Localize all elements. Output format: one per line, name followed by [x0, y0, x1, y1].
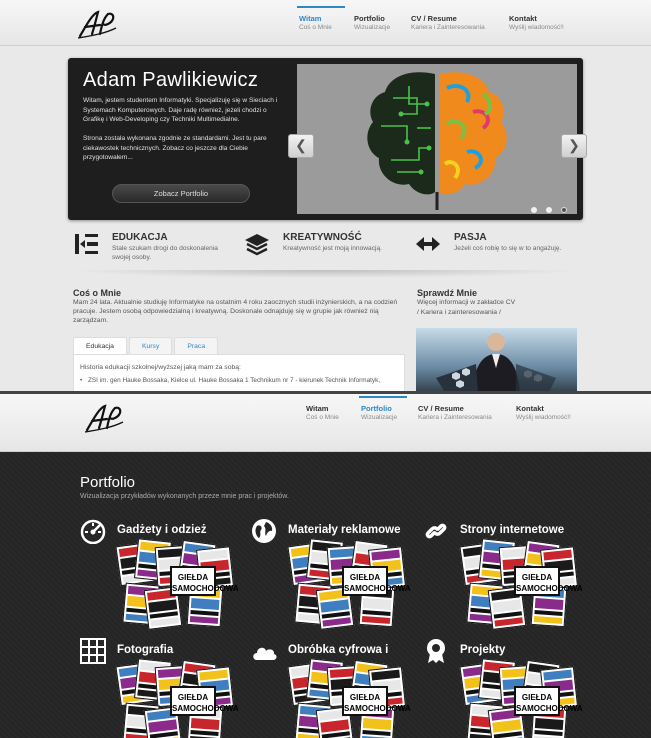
- nav-witam-sub: Coś o Mnie: [299, 24, 332, 31]
- portfolio-thumbnail[interactable]: GIEŁDA SAMOCHODOWA: [459, 538, 583, 630]
- portfolio-subtitle: Wizualizacja przykładów wykonanych przez…: [80, 493, 289, 500]
- layers-icon: [245, 234, 269, 256]
- flyer-headline: GIEŁDA SAMOCHODOWA: [170, 566, 239, 596]
- nav-cv[interactable]: CV / Resume Kariera i Zainteresowania: [418, 404, 492, 422]
- nav-kontakt[interactable]: Kontakt Wyślij wiadomość!!: [509, 14, 564, 32]
- category-name: Strony internetowe: [460, 524, 565, 536]
- flyer-headline: GIEŁDA SAMOCHODOWA: [514, 566, 583, 596]
- nav-cv-title: CV / Resume: [418, 404, 464, 413]
- nav-portfolio-sub: Wizualizacje: [361, 414, 398, 421]
- tab-panel-intro: Historia edukacji szkolnej/wyższej jaką …: [80, 364, 241, 371]
- portfolio-thumbnail[interactable]: GIEŁDA SAMOCHODOWA: [287, 538, 411, 630]
- category-name: Projekty: [460, 644, 506, 656]
- nav-kontakt-sub: Wyślij wiadomość!!: [509, 24, 564, 31]
- businessman-image: [416, 328, 577, 394]
- flyer-headline: GIEŁDA SAMOCHODOWA: [342, 686, 411, 716]
- hero-paragraph-2: Strona została wykonana zgodnie ze stand…: [83, 135, 267, 161]
- about-title: Coś o Mnie: [73, 288, 122, 298]
- hero-text: Witam, jestem studentem Informatyki. Spe…: [83, 96, 283, 172]
- feature-creativity-title: KREATYWNOŚĆ: [283, 232, 362, 243]
- slider-dot-3[interactable]: [561, 207, 567, 213]
- tab-kursy[interactable]: Kursy: [128, 337, 173, 354]
- about-tabs: Edukacja Kursy Praca: [73, 337, 220, 354]
- list-item: ZSI im. gen Hauke Bossaka, Kielce ul. Ha…: [80, 377, 380, 384]
- hero-slider: Adam Pawlikiewicz Witam, jestem studente…: [68, 58, 583, 220]
- page: Witam Coś o Mnie Portfolio Wizualizacje …: [0, 0, 651, 738]
- nav-cv-title: CV / Resume: [411, 14, 457, 23]
- category-name: Materiały reklamowe: [288, 524, 401, 536]
- tab-edukacja[interactable]: Edukacja: [73, 337, 127, 354]
- nav-portfolio-title: Portfolio: [354, 14, 385, 23]
- nav-portfolio-sub: Wizualizacje: [354, 24, 391, 31]
- award-icon: [427, 639, 445, 663]
- feature-education-desc: Stale szukam drogi do doskonalenia swoje…: [112, 245, 218, 261]
- check-line-2: / Kariera i zainteresowania /: [417, 308, 501, 316]
- feature-passion-desc: Jeżeli coś robię to się w to angażuję.: [454, 245, 562, 252]
- nav-cv-sub: Kariera i Zainteresowania: [411, 24, 485, 31]
- check-line-1: Więcej informacji w zakładce CV: [417, 299, 516, 306]
- speedometer-icon: [80, 519, 106, 544]
- flyer-headline: GIEŁDA SAMOCHODOWA: [342, 566, 411, 596]
- logo[interactable]: [83, 402, 127, 434]
- site-header: Witam Coś o Mnie Portfolio Wizualizacje …: [0, 0, 651, 46]
- slider-dot-1[interactable]: [531, 207, 537, 213]
- flyer-headline: GIEŁDA SAMOCHODOWA: [514, 686, 583, 716]
- slider-dot-2[interactable]: [546, 207, 552, 213]
- nav-cv[interactable]: CV / Resume Kariera i Zainteresowania: [411, 14, 485, 32]
- nav-witam[interactable]: Witam Coś o Mnie: [306, 404, 339, 422]
- grid-icon: [80, 638, 106, 664]
- check-title: Sprawdź Mnie: [417, 288, 478, 298]
- slider-prev-button[interactable]: ❮: [288, 134, 314, 158]
- nav-portfolio-title: Portfolio: [361, 404, 392, 413]
- nav-cv-sub: Kariera i Zainteresowania: [418, 414, 492, 421]
- portfolio-title: Portfolio: [80, 474, 136, 491]
- logo[interactable]: [76, 8, 120, 40]
- nav-kontakt-title: Kontakt: [509, 14, 537, 23]
- nav-witam-title: Witam: [306, 404, 329, 413]
- link-icon: [425, 523, 447, 539]
- view-portfolio-button[interactable]: Zobacz Portfolio: [112, 184, 250, 203]
- slider-dots: [531, 207, 567, 213]
- portfolio-thumbnail[interactable]: GIEŁDA SAMOCHODOWA: [287, 658, 411, 738]
- flyer-headline: GIEŁDA SAMOCHODOWA: [170, 686, 239, 716]
- horizontal-arrows-icon: [416, 237, 440, 251]
- slider-next-button[interactable]: ❯: [561, 134, 587, 158]
- category-name: Gadżety i odzież: [117, 524, 207, 536]
- hero-paragraph-1: Witam, jestem studentem Informatyki. Spe…: [83, 97, 278, 123]
- category-name: Fotografia: [117, 644, 174, 656]
- hero-title: Adam Pawlikiewicz: [83, 69, 259, 91]
- about-text: Mam 24 lata. Aktualnie studiuję Informat…: [73, 299, 398, 325]
- check-text: Więcej informacji w zakładce CV / Karier…: [417, 298, 515, 317]
- site-header-2: Witam Coś o Mnie Portfolio Wizualizacje …: [0, 394, 651, 452]
- nav-portfolio[interactable]: Portfolio Wizualizacje: [358, 396, 408, 422]
- divider-shadow: [68, 270, 583, 278]
- tab-panel-edukacja: Historia edukacji szkolnej/wyższej jaką …: [73, 354, 405, 394]
- nav-kontakt-sub: Wyślij wiadomość!!: [516, 414, 571, 421]
- cloud-icon: [253, 647, 277, 660]
- globe-icon: [252, 519, 276, 543]
- indent-arrow-icon: [75, 234, 98, 254]
- portfolio-thumbnail[interactable]: GIEŁDA SAMOCHODOWA: [459, 658, 583, 738]
- brain-image: [297, 64, 577, 214]
- portfolio-section: Portfolio Wizualizacja przykładów wykona…: [0, 452, 651, 738]
- nav-witam-title: Witam: [299, 14, 322, 23]
- nav-portfolio[interactable]: Portfolio Wizualizacje: [354, 14, 390, 32]
- tab-praca[interactable]: Praca: [174, 337, 219, 354]
- feature-education-title: EDUKACJA: [112, 232, 168, 243]
- portfolio-thumbnail[interactable]: GIEŁDA SAMOCHODOWA: [115, 538, 239, 630]
- feature-passion-title: PASJA: [454, 232, 487, 243]
- portfolio-thumbnail[interactable]: GIEŁDA SAMOCHODOWA: [115, 658, 239, 738]
- nav-witam[interactable]: Witam Coś o Mnie: [297, 6, 345, 32]
- nav-witam-sub: Coś o Mnie: [306, 414, 339, 421]
- nav-kontakt[interactable]: Kontakt Wyślij wiadomość!!: [516, 404, 571, 422]
- nav-kontakt-title: Kontakt: [516, 404, 544, 413]
- feature-creativity-desc: Kreatywność jest moją innowacją.: [283, 245, 382, 252]
